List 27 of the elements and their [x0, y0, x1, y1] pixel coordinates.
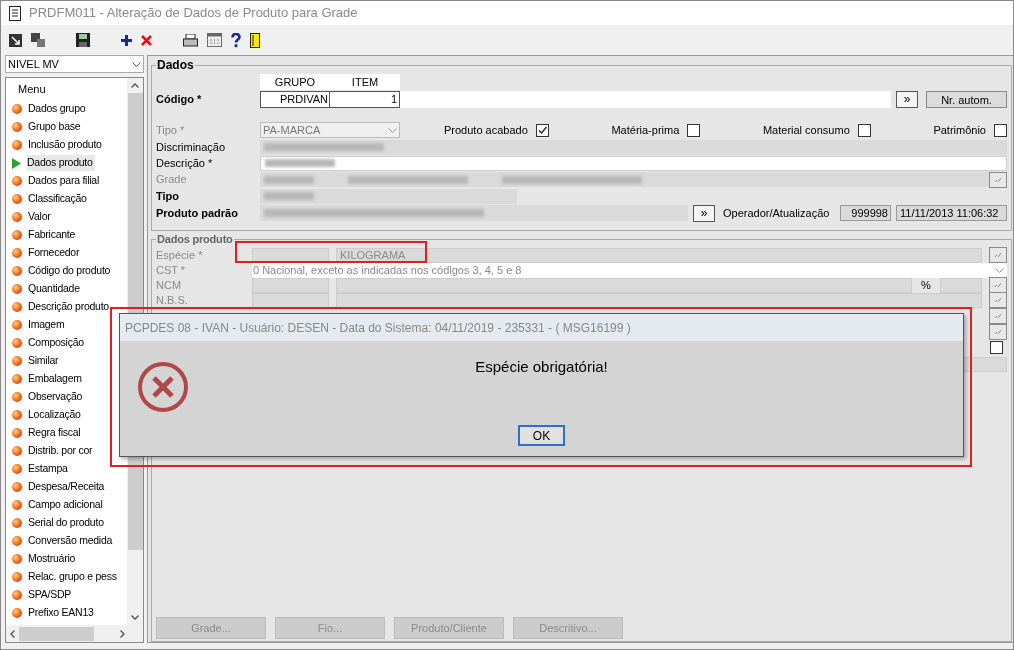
group-title: Dados produto [156, 232, 234, 247]
checkbox-label: Material consumo [762, 122, 850, 138]
operator-field: 999998 [840, 205, 891, 221]
field-label: NCM [156, 277, 183, 293]
group-title: Dados [156, 57, 195, 74]
field-label: Código * [156, 91, 203, 107]
column-header: ITEM [330, 74, 400, 90]
field-label: Discriminação [156, 139, 227, 155]
checkbox-label: Produto acabado [444, 122, 528, 138]
menu-title: Menu [17, 81, 47, 97]
window-title: PRDFM011 - Alteração de Dados de Produto para Grade [29, 4, 358, 23]
field-label: Grade [156, 172, 188, 188]
checkbox-label: Patrimônio [933, 122, 986, 138]
field-label: Produto padrão [156, 205, 239, 221]
field-label: Tipo [156, 188, 180, 204]
dialog-title: PCPDES 08 - IVAN - Usuário: DESEN - Data do Sistema: 04/11/2019 - 235331 - ( MSG16199 ) [125, 319, 631, 337]
field-label: Espécie * [156, 247, 204, 263]
update-date-field: 11/11/2013 11:06:32 [896, 205, 1007, 221]
field-label: Tipo * [156, 122, 186, 138]
field-label: CST * [156, 262, 187, 278]
percent-label: % [920, 277, 932, 293]
checkbox-label: Matéria-prima [611, 122, 680, 138]
field-label: N.B.S. [156, 292, 189, 308]
dialog-message: Espécie obrigatória! [475, 357, 608, 377]
field-label: Operador/Atualização [723, 205, 831, 221]
field-label: Descrição * [156, 155, 214, 171]
column-header: GRUPO [260, 74, 330, 90]
